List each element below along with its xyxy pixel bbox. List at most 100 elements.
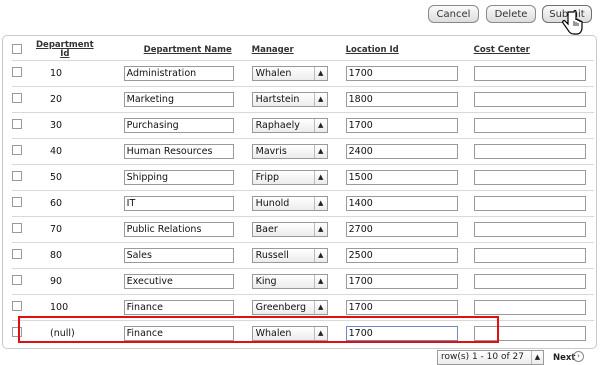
location-id-input[interactable]: 2400 bbox=[345, 144, 458, 159]
cost-center-cell bbox=[473, 216, 594, 243]
next-link[interactable]: Next bbox=[553, 353, 575, 363]
up-down-arrows-icon: ▲ bbox=[313, 93, 327, 106]
manager-value: Baer bbox=[255, 224, 278, 235]
cost-center-cell bbox=[473, 164, 594, 191]
cost-center-input[interactable] bbox=[473, 144, 586, 159]
row-checkbox[interactable] bbox=[12, 223, 22, 233]
location-id-input[interactable]: 1700 bbox=[345, 274, 458, 289]
up-down-arrows-icon: ▲ bbox=[313, 249, 327, 262]
department-name-input[interactable]: Purchasing bbox=[123, 118, 234, 133]
header-manager[interactable]: Manager bbox=[252, 40, 346, 61]
select-all-checkbox[interactable] bbox=[12, 43, 22, 54]
manager-select[interactable]: Whalen ▲ bbox=[251, 66, 328, 81]
cost-center-input[interactable] bbox=[473, 248, 586, 263]
manager-select[interactable]: Russell ▲ bbox=[251, 248, 328, 263]
cost-center-input[interactable] bbox=[473, 92, 586, 107]
row-select-cell bbox=[12, 86, 36, 113]
manager-cell: King ▲ bbox=[251, 268, 346, 295]
table-header-row: Department Id Department Name Manager Lo… bbox=[12, 40, 594, 61]
manager-cell: Baer ▲ bbox=[251, 216, 346, 243]
up-down-arrows-icon: ▲ bbox=[313, 275, 327, 288]
department-name-input[interactable]: Administration bbox=[123, 66, 234, 81]
manager-value: Mavris bbox=[255, 146, 287, 157]
manager-value: Fripp bbox=[255, 172, 280, 183]
department-name-input[interactable]: IT bbox=[123, 196, 234, 211]
manager-select[interactable]: Greenberg ▲ bbox=[251, 300, 328, 315]
location-id-input[interactable]: 2500 bbox=[345, 248, 458, 263]
row-checkbox[interactable] bbox=[12, 93, 22, 103]
department-name-cell: Shipping bbox=[123, 164, 252, 191]
department-name-input[interactable]: Public Relations bbox=[123, 222, 234, 237]
table-row: 30 Purchasing Raphaely ▲ 1700 bbox=[12, 112, 594, 139]
header-department-id[interactable]: Department Id bbox=[36, 40, 124, 61]
cost-center-cell bbox=[473, 242, 594, 269]
up-down-arrows-icon: ▲ bbox=[531, 351, 543, 364]
cost-center-input[interactable] bbox=[473, 118, 586, 133]
manager-select[interactable]: Mavris ▲ bbox=[251, 144, 328, 159]
location-id-input[interactable]: 1400 bbox=[345, 196, 458, 211]
up-down-arrows-icon: ▲ bbox=[313, 145, 327, 158]
location-id-input[interactable]: 2700 bbox=[345, 222, 458, 237]
header-department-name[interactable]: Department Name bbox=[124, 40, 252, 61]
manager-select[interactable]: Baer ▲ bbox=[251, 222, 328, 237]
table-row: 80 Sales Russell ▲ 2500 bbox=[12, 242, 594, 269]
department-id: 70 bbox=[36, 216, 124, 243]
pagination-range: row(s) 1 - 10 of 27 bbox=[441, 352, 524, 362]
location-id-input[interactable]: 1800 bbox=[345, 92, 458, 107]
location-id-input[interactable]: 1700 bbox=[345, 66, 458, 81]
cost-center-input[interactable] bbox=[473, 196, 586, 211]
row-checkbox[interactable] bbox=[12, 145, 22, 155]
manager-select[interactable]: Hunold ▲ bbox=[251, 196, 328, 211]
cost-center-cell bbox=[473, 268, 594, 295]
cost-center-input[interactable] bbox=[473, 300, 586, 315]
row-checkbox[interactable] bbox=[12, 249, 22, 259]
department-name-cell: Purchasing bbox=[123, 112, 252, 139]
manager-cell: Russell ▲ bbox=[251, 242, 346, 269]
location-id-input[interactable]: 1700 bbox=[345, 118, 458, 133]
delete-button[interactable]: Delete bbox=[486, 5, 536, 23]
pagination-select[interactable]: row(s) 1 - 10 of 27 ▲ bbox=[437, 350, 544, 365]
table-row: 10 Administration Whalen ▲ 1700 bbox=[12, 60, 594, 87]
cancel-button[interactable]: Cancel bbox=[428, 5, 479, 23]
department-name-cell: IT bbox=[123, 190, 252, 217]
header-location-id[interactable]: Location Id bbox=[346, 40, 474, 61]
manager-cell: Mavris ▲ bbox=[251, 138, 346, 165]
cost-center-input[interactable] bbox=[473, 222, 586, 237]
department-name-input[interactable]: Shipping bbox=[123, 170, 234, 185]
row-checkbox[interactable] bbox=[12, 301, 22, 311]
manager-value: Russell bbox=[255, 250, 289, 261]
manager-select[interactable]: King ▲ bbox=[251, 274, 328, 289]
table-row: 60 IT Hunold ▲ 1400 bbox=[12, 190, 594, 217]
department-name-input[interactable]: Sales bbox=[123, 248, 234, 263]
cost-center-input[interactable] bbox=[473, 274, 586, 289]
department-id: 40 bbox=[36, 138, 124, 165]
row-checkbox[interactable] bbox=[12, 67, 22, 77]
header-department-id-line2: Id bbox=[60, 49, 70, 59]
row-checkbox[interactable] bbox=[12, 197, 22, 207]
cost-center-cell bbox=[473, 138, 594, 165]
row-checkbox[interactable] bbox=[12, 119, 22, 129]
header-cost-center[interactable]: Cost Center bbox=[474, 40, 594, 61]
manager-cell: Whalen ▲ bbox=[251, 60, 346, 87]
cost-center-cell bbox=[473, 190, 594, 217]
chevron-right-circle-icon[interactable]: › bbox=[573, 351, 584, 362]
department-name-input[interactable]: Marketing bbox=[123, 92, 234, 107]
department-name-input[interactable]: Human Resources bbox=[123, 144, 234, 159]
row-checkbox[interactable] bbox=[12, 275, 22, 285]
department-name-cell: Sales bbox=[123, 242, 252, 269]
cost-center-cell bbox=[473, 86, 594, 113]
manager-select[interactable]: Raphaely ▲ bbox=[251, 118, 328, 133]
up-down-arrows-icon: ▲ bbox=[313, 197, 327, 210]
department-name-input[interactable]: Finance bbox=[123, 300, 234, 315]
row-checkbox[interactable] bbox=[12, 171, 22, 181]
row-select-cell bbox=[12, 268, 36, 295]
row-select-cell bbox=[12, 190, 36, 217]
cost-center-input[interactable] bbox=[473, 170, 586, 185]
location-id-input[interactable]: 1700 bbox=[345, 300, 458, 315]
manager-select[interactable]: Fripp ▲ bbox=[251, 170, 328, 185]
cost-center-input[interactable] bbox=[473, 66, 586, 81]
location-id-input[interactable]: 1500 bbox=[345, 170, 458, 185]
department-name-input[interactable]: Executive bbox=[123, 274, 234, 289]
highlight-box bbox=[18, 316, 499, 343]
manager-select[interactable]: Hartstein ▲ bbox=[251, 92, 328, 107]
